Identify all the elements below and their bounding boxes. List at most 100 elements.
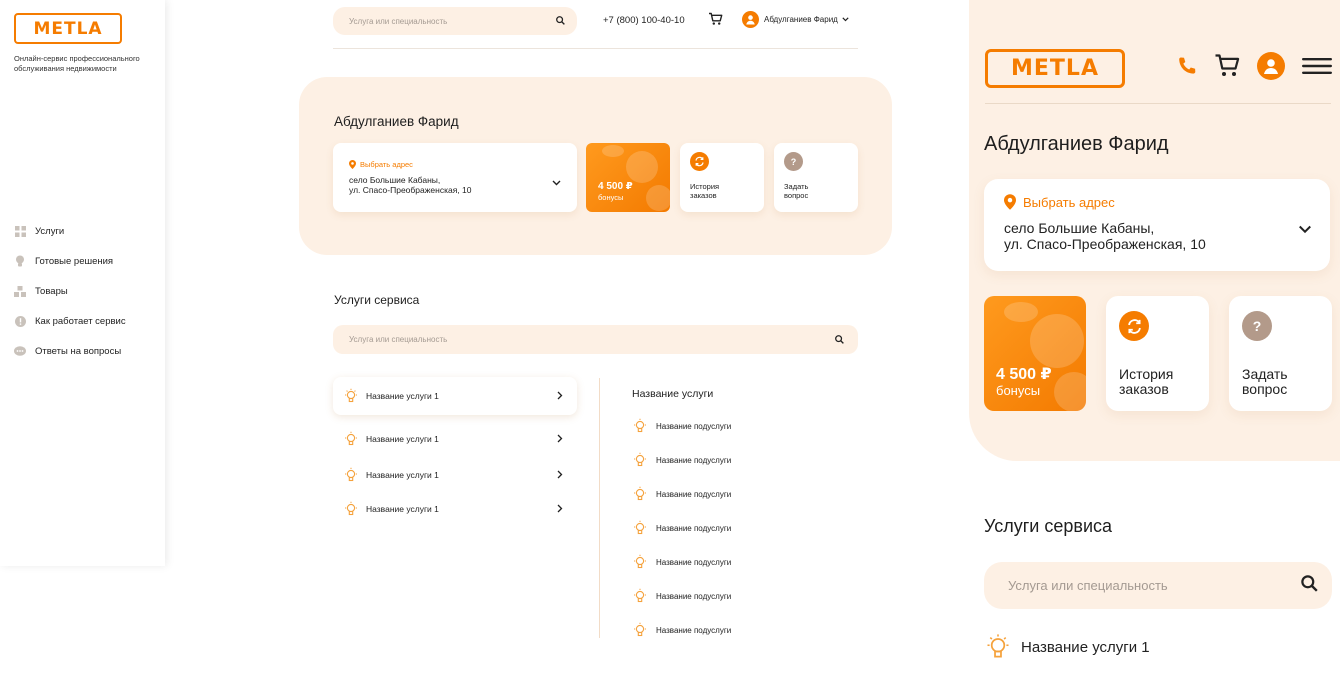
service-label: Название услуги 1 — [366, 504, 439, 514]
coin-decoration — [602, 145, 624, 157]
list-item[interactable]: Название услуги 1 — [333, 458, 577, 492]
list-item[interactable]: Название подуслуги — [632, 579, 731, 613]
address-selector[interactable]: Выбрать адрес село Большие Кабаны, ул. С… — [333, 143, 577, 212]
cart-icon[interactable] — [708, 12, 723, 31]
subservice-label: Название подуслуги — [656, 421, 732, 431]
list-item[interactable]: Название услуги 1 — [333, 420, 577, 458]
service-label: Название услуги 1 — [1021, 638, 1150, 656]
coin-decoration — [646, 185, 670, 211]
bonus-card[interactable]: 4 500 ₽ бонусы — [586, 143, 670, 212]
sidebar-item-services[interactable]: Услуги — [14, 216, 126, 246]
sidebar-item-goods[interactable]: Товары — [14, 276, 126, 306]
sidebar-item-label: Товары — [35, 285, 68, 297]
services-search[interactable]: Услуга или специальность — [333, 325, 858, 354]
service-label: Название услуги 1 — [366, 470, 439, 480]
bulb-icon — [634, 520, 646, 535]
services-search[interactable]: Услуга или специальность — [984, 562, 1332, 609]
menu-icon[interactable] — [1302, 58, 1332, 79]
search-input[interactable]: Услуга или специальность — [1008, 578, 1301, 593]
bulb-icon — [345, 501, 357, 516]
address-text: село Большие Кабаны, ул. Спасо-Преображе… — [1004, 220, 1206, 252]
subservice-list: Название подуслуги Название подуслуги На… — [632, 415, 731, 653]
chat-icon — [14, 345, 26, 357]
subservice-title: Название услуги — [632, 388, 714, 400]
sidebar-nav: Услуги Готовые решения Товары Как работа… — [14, 216, 126, 366]
sidebar-item-label: Готовые решения — [35, 255, 114, 267]
header-divider — [333, 48, 858, 49]
sidebar-tagline: Онлайн-сервис профессионального обслужив… — [14, 54, 140, 73]
list-item[interactable]: Название подуслуги — [632, 409, 731, 443]
bulb-icon — [634, 418, 646, 433]
chevron-right-icon — [557, 391, 563, 400]
search-icon[interactable] — [835, 331, 844, 349]
subservice-label: Название подуслуги — [656, 455, 732, 465]
list-item[interactable]: Название услуги 1 — [333, 492, 577, 526]
history-label: История заказов — [1119, 366, 1174, 397]
sidebar-item-label: Ответы на вопросы — [35, 345, 122, 357]
search-icon[interactable] — [556, 12, 565, 30]
chevron-down-icon[interactable] — [1298, 221, 1312, 239]
logo[interactable]: METLA — [14, 13, 122, 44]
header-phone[interactable]: +7 (800) 100-40-10 — [603, 15, 685, 26]
cart-icon[interactable] — [1214, 53, 1241, 83]
list-item[interactable]: Название подуслуги — [632, 443, 731, 477]
sidebar-item-faq[interactable]: Ответы на вопросы — [14, 336, 126, 366]
avatar-icon[interactable] — [1257, 52, 1285, 80]
subservice-label: Название подуслуги — [656, 489, 732, 499]
list-item[interactable]: Название подуслуги — [632, 477, 731, 511]
profile-name: Абдулганиев Фарид — [984, 133, 1169, 155]
coin-decoration — [1004, 302, 1038, 322]
search-input[interactable]: Услуга или специальность — [349, 335, 835, 344]
address-label: Выбрать адрес — [349, 160, 413, 169]
order-history-tile[interactable]: История заказов — [680, 143, 764, 212]
phone-icon[interactable] — [1176, 55, 1198, 82]
sidebar-item-how-it-works[interactable]: Как работает сервис — [14, 306, 126, 336]
bulb-icon — [634, 554, 646, 569]
user-name: Абдулганиев Фарид — [764, 15, 838, 24]
list-item[interactable]: Название подуслуги — [632, 545, 731, 579]
location-pin-icon — [349, 160, 356, 169]
bulb-icon — [345, 431, 357, 446]
bonus-label: бонусы — [996, 383, 1041, 398]
bulb-icon — [634, 622, 646, 637]
info-icon — [14, 315, 26, 327]
avatar-icon — [742, 11, 759, 28]
sidebar: METLA Онлайн-сервис профессионального об… — [0, 0, 165, 566]
chevron-right-icon — [557, 504, 563, 513]
grid-icon — [14, 225, 26, 237]
bulb-icon — [634, 452, 646, 467]
question-icon: ? — [1242, 311, 1272, 341]
coin-decoration — [1054, 372, 1086, 411]
address-selector[interactable]: Выбрать адрес село Большие Кабаны, ул. С… — [984, 179, 1330, 271]
ask-question-tile[interactable]: ? Задать вопрос — [1229, 296, 1332, 411]
bonus-card[interactable]: 4 500 ₽ бонусы — [984, 296, 1086, 411]
bonus-value: 4 500 ₽ — [598, 181, 633, 192]
service-label: Название услуги 1 — [366, 391, 439, 401]
user-menu[interactable]: Абдулганиев Фарид — [742, 11, 849, 28]
search-input[interactable]: Услуга или специальность — [349, 17, 556, 26]
history-icon — [1119, 311, 1149, 341]
chevron-right-icon — [557, 434, 563, 443]
services-title: Услуги сервиса — [334, 293, 420, 307]
chevron-down-icon[interactable] — [552, 173, 561, 191]
bulb-icon — [634, 486, 646, 501]
ask-label: Задать вопрос — [1242, 366, 1288, 397]
sidebar-item-label: Как работает сервис — [35, 315, 126, 327]
bulb-icon — [345, 388, 357, 403]
bonus-label: бонусы — [598, 193, 624, 202]
list-item[interactable]: Название услуги 1 — [984, 633, 1150, 661]
subservice-label: Название подуслуги — [656, 625, 732, 635]
sidebar-item-label: Услуги — [35, 225, 65, 237]
list-item[interactable]: Название подуслуги — [632, 613, 731, 647]
order-history-tile[interactable]: История заказов — [1106, 296, 1209, 411]
subservice-label: Название подуслуги — [656, 591, 732, 601]
ask-question-tile[interactable]: ? Задать вопрос — [774, 143, 858, 212]
bulb-icon — [14, 255, 26, 267]
coin-decoration — [1030, 314, 1084, 368]
search-icon[interactable] — [1301, 574, 1318, 597]
list-item[interactable]: Название услуги 1 — [333, 377, 577, 415]
sidebar-item-solutions[interactable]: Готовые решения — [14, 246, 126, 276]
logo[interactable]: METLA — [985, 49, 1125, 88]
header-search[interactable]: Услуга или специальность — [333, 7, 577, 35]
list-item[interactable]: Название подуслуги — [632, 511, 731, 545]
